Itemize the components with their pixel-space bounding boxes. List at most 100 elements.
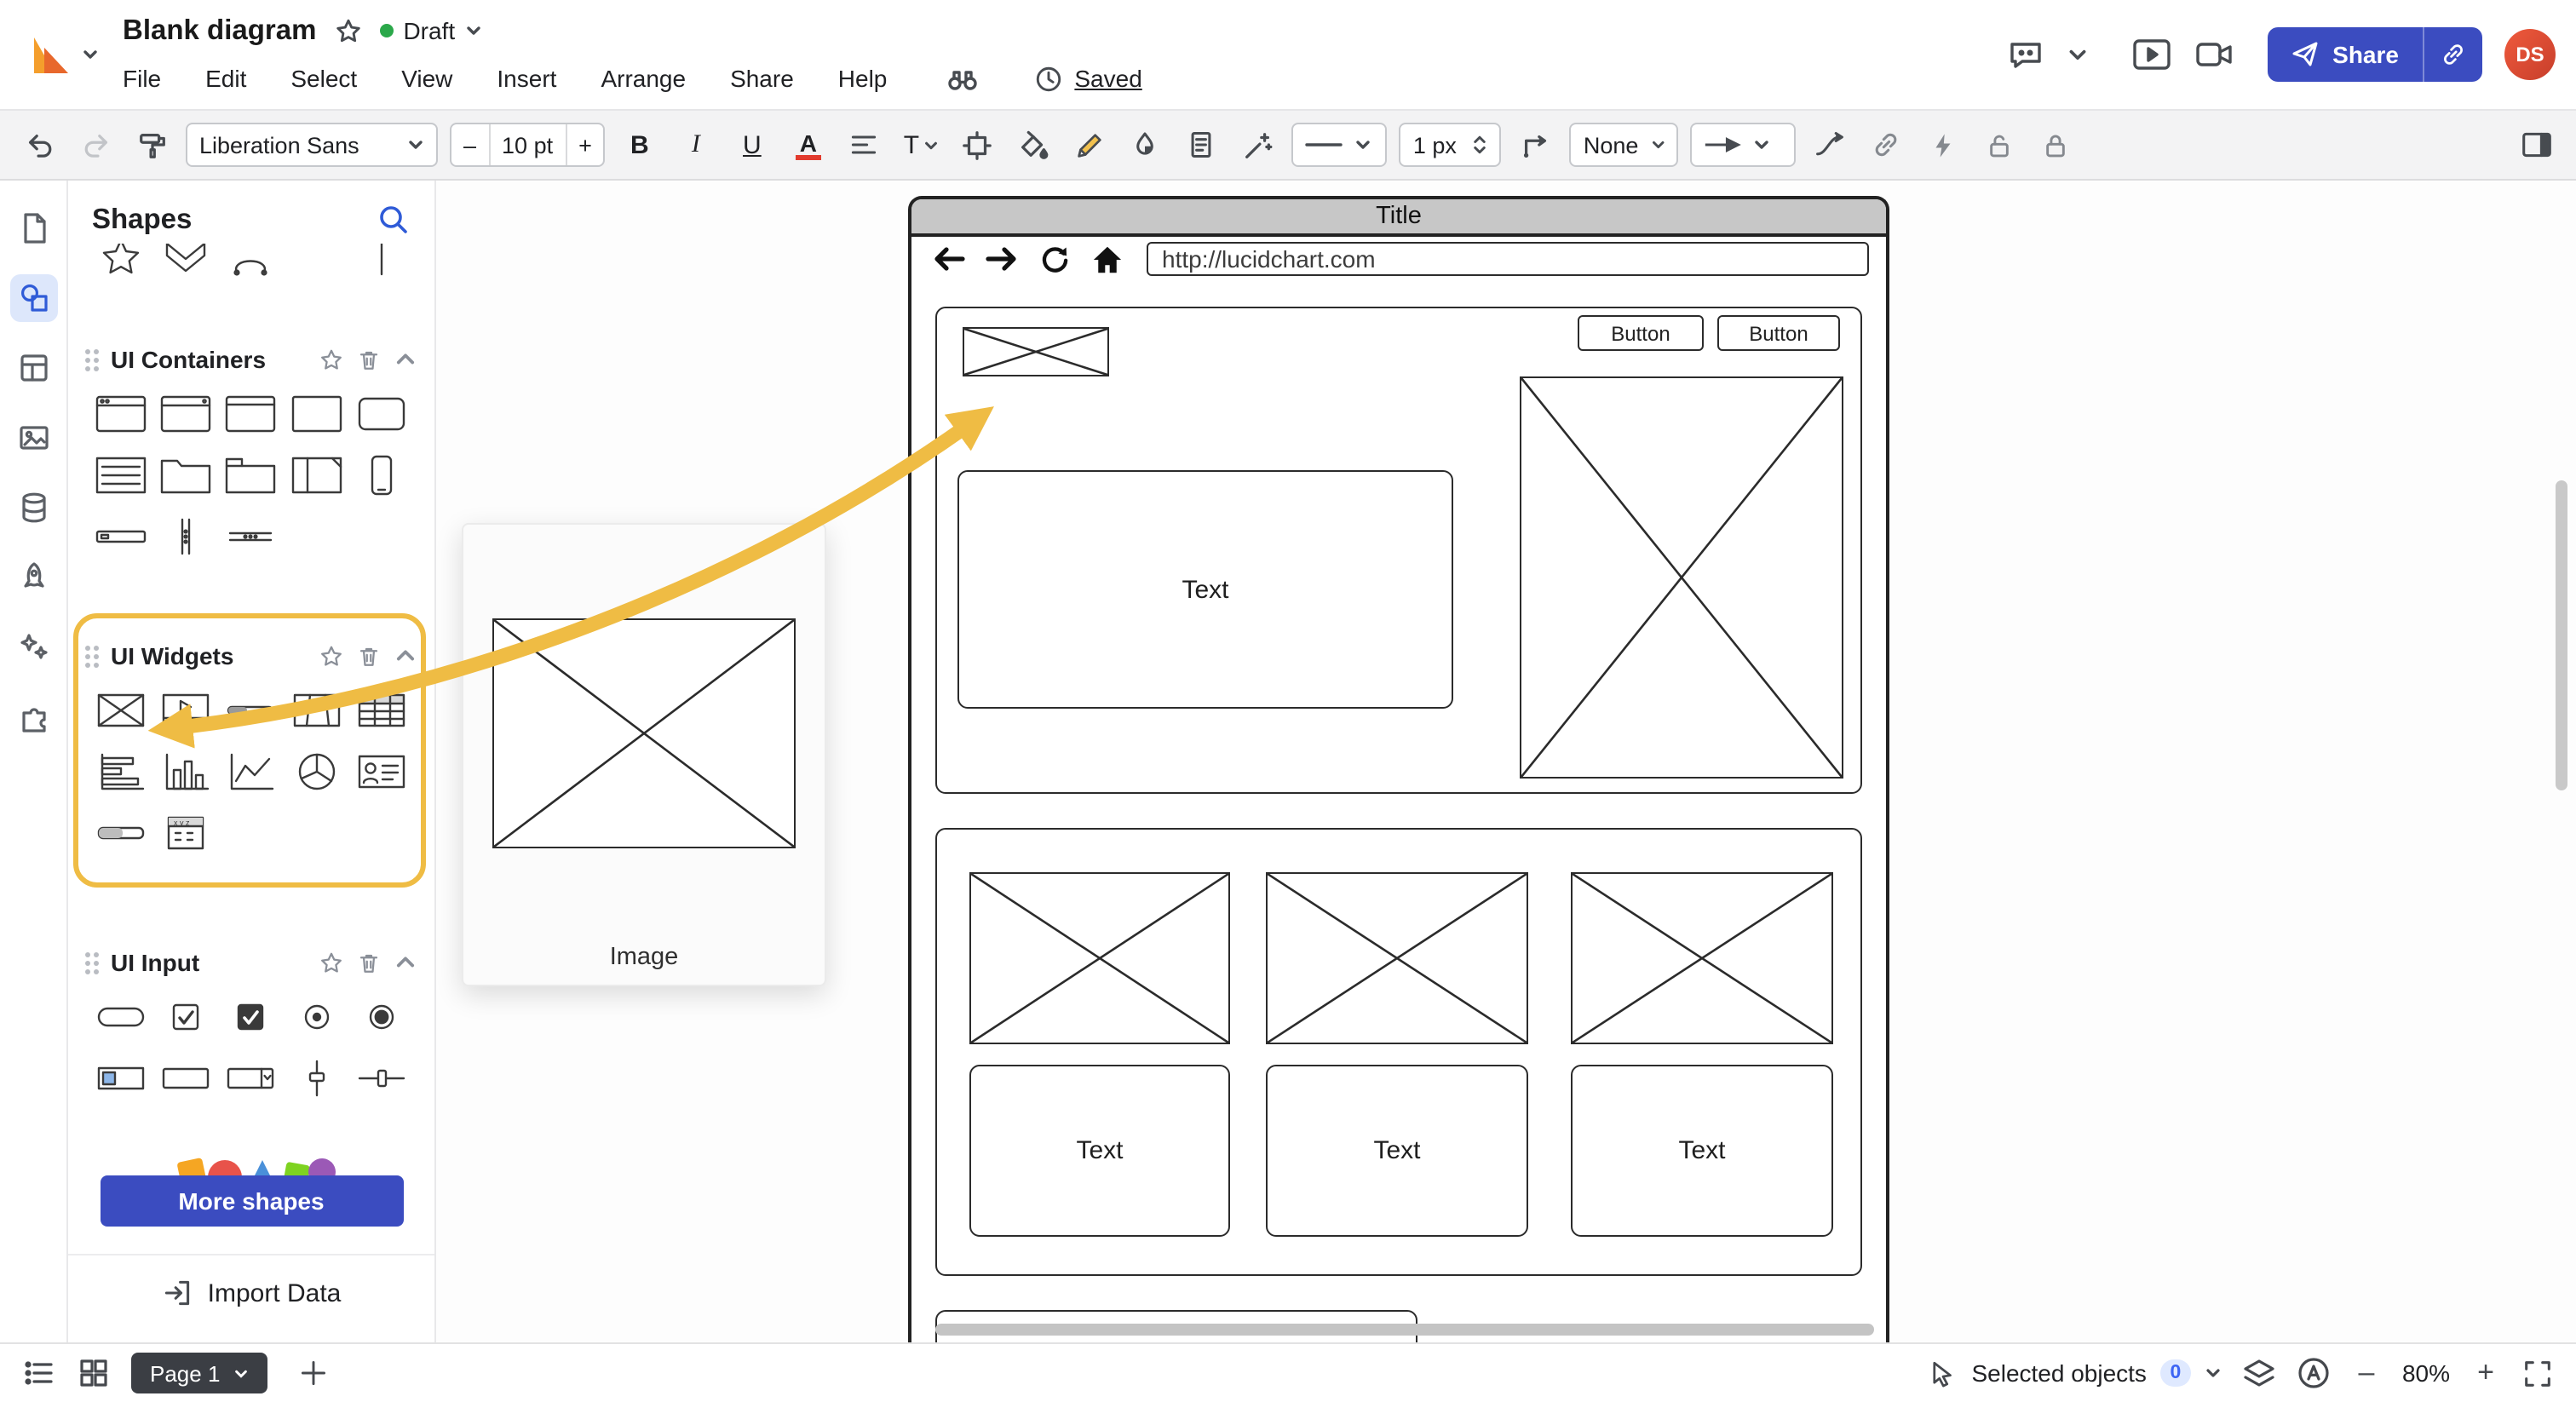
menu-file[interactable]: File: [123, 65, 161, 92]
wf-card-image-1[interactable]: [969, 872, 1230, 1044]
shape-rounded-rectangle[interactable]: [349, 383, 414, 445]
find-binoculars-icon[interactable]: [945, 61, 979, 95]
hyperlink-button[interactable]: [1865, 123, 1909, 167]
import-data-button[interactable]: Import Data: [68, 1255, 434, 1330]
video-camera-icon[interactable]: [2194, 36, 2235, 73]
wf-card-text-1[interactable]: Text: [969, 1065, 1230, 1237]
selection-status[interactable]: Selected objects 0: [1929, 1359, 2221, 1388]
shape-progress-bar[interactable]: [89, 802, 153, 864]
section-trash-icon[interactable]: [356, 950, 382, 975]
shape-button-pill[interactable]: [89, 986, 153, 1048]
shape-table-widget[interactable]: [349, 680, 414, 741]
wf-section-hero[interactable]: Button Button Text: [935, 307, 1862, 794]
section-star-icon[interactable]: [319, 950, 344, 975]
search-icon[interactable]: [377, 203, 411, 237]
strip-documents-button[interactable]: [9, 204, 57, 252]
bold-button[interactable]: B: [618, 130, 662, 159]
page-tab[interactable]: Page 1: [131, 1353, 268, 1393]
page-grid-icon[interactable]: [77, 1356, 111, 1390]
action-button[interactable]: [1921, 123, 1965, 167]
shape-titled-panel[interactable]: [219, 383, 284, 445]
arrowhead-select[interactable]: [1690, 123, 1797, 167]
shape-radio-filled[interactable]: [349, 986, 414, 1048]
shape-contact-card[interactable]: [349, 741, 414, 802]
shape-scrollbar-widget[interactable]: [219, 680, 284, 741]
wf-browser-window[interactable]: Title http://lucidchart.com Button Butto…: [908, 196, 1889, 1342]
section-collapse-icon[interactable]: [394, 644, 417, 668]
shape-horizontal-slider[interactable]: [349, 1048, 414, 1109]
fullscreen-icon[interactable]: [2521, 1357, 2554, 1389]
wf-section-cards[interactable]: Text Text Text: [935, 828, 1862, 1276]
horizontal-scrollbar[interactable]: [935, 1324, 1874, 1336]
shape-line-chart[interactable]: [219, 741, 284, 802]
layers-icon[interactable]: [2242, 1356, 2276, 1390]
wf-url-field[interactable]: http://lucidchart.com: [1147, 242, 1869, 276]
section-star-icon[interactable]: [319, 347, 344, 372]
wf-card-image-3[interactable]: [1571, 872, 1833, 1044]
menu-view[interactable]: View: [401, 65, 452, 92]
section-drag-handle-icon[interactable]: [85, 951, 99, 974]
underline-button[interactable]: U: [730, 130, 774, 159]
document-title[interactable]: Blank diagram: [123, 14, 316, 47]
shape-browser-window[interactable]: [89, 383, 153, 445]
shape-chevron[interactable]: [153, 244, 218, 281]
fill-color-button[interactable]: [1011, 123, 1055, 167]
strip-shapes-button[interactable]: [9, 274, 57, 322]
more-shapes-button[interactable]: More shapes: [100, 1175, 403, 1227]
shape-line[interactable]: [349, 244, 414, 281]
canvas[interactable]: Title http://lucidchart.com Button Butto…: [436, 181, 2576, 1342]
line-width-stepper[interactable]: 1 px: [1399, 123, 1502, 167]
shape-text-field[interactable]: [153, 1048, 218, 1109]
wf-button-1[interactable]: Button: [1578, 315, 1704, 351]
wf-card-text-2[interactable]: Text: [1266, 1065, 1528, 1237]
menu-arrange[interactable]: Arrange: [601, 65, 686, 92]
menu-share[interactable]: Share: [730, 65, 794, 92]
shape-phone[interactable]: [349, 445, 414, 506]
shape-window[interactable]: [153, 383, 218, 445]
shape-checkbox-checked[interactable]: [153, 986, 218, 1048]
shape-image-widget[interactable]: [89, 680, 153, 741]
user-avatar[interactable]: DS: [2504, 29, 2556, 80]
italic-button[interactable]: I: [674, 130, 718, 159]
shape-rectangle[interactable]: [284, 383, 348, 445]
wf-home-button[interactable]: [1087, 242, 1128, 276]
shape-horizontal-splitter[interactable]: [219, 506, 284, 567]
strip-ai-button[interactable]: [9, 623, 57, 671]
section-trash-icon[interactable]: [356, 643, 382, 669]
menu-edit[interactable]: Edit: [205, 65, 246, 92]
add-page-icon[interactable]: [298, 1358, 329, 1388]
redo-button[interactable]: [73, 123, 118, 167]
text-color-button[interactable]: A: [786, 123, 831, 167]
shape-combo-box[interactable]: [219, 1048, 284, 1109]
wf-card-text-3[interactable]: Text: [1571, 1065, 1833, 1237]
opacity-button[interactable]: [1124, 123, 1168, 167]
font-size-increase-button[interactable]: +: [566, 124, 604, 165]
line-style-select[interactable]: [1291, 123, 1388, 167]
save-status[interactable]: Saved: [1033, 64, 1142, 93]
unlock-button[interactable]: [1977, 123, 2021, 167]
wf-forward-button[interactable]: [981, 242, 1022, 276]
lock-button[interactable]: [2033, 123, 2078, 167]
shape-video-player[interactable]: [153, 680, 218, 741]
shape-checkbox-filled[interactable]: [219, 986, 284, 1048]
shape-calendar-widget[interactable]: x y z: [153, 802, 218, 864]
connector-style-button[interactable]: [1514, 123, 1558, 167]
shape-bar-chart-vertical[interactable]: [153, 741, 218, 802]
text-align-button[interactable]: [842, 123, 887, 167]
section-trash-icon[interactable]: [356, 347, 382, 372]
shape-pie-chart[interactable]: [284, 741, 348, 802]
line-color-button[interactable]: [1067, 123, 1112, 167]
line-endpoint-select[interactable]: None: [1569, 123, 1679, 167]
shape-folder-tab[interactable]: [153, 445, 218, 506]
zoom-in-button[interactable]: +: [2470, 1356, 2501, 1390]
section-collapse-icon[interactable]: [394, 348, 417, 371]
menu-help[interactable]: Help: [838, 65, 888, 92]
wf-refresh-button[interactable]: [1034, 242, 1075, 276]
shape-list-box[interactable]: [89, 445, 153, 506]
shape-map-widget[interactable]: [284, 680, 348, 741]
menu-insert[interactable]: Insert: [497, 65, 556, 92]
section-drag-handle-icon[interactable]: [85, 645, 99, 667]
shape-tab-page[interactable]: [219, 445, 284, 506]
shape-vertical-splitter[interactable]: [153, 506, 218, 567]
strip-integrations-button[interactable]: [9, 693, 57, 741]
